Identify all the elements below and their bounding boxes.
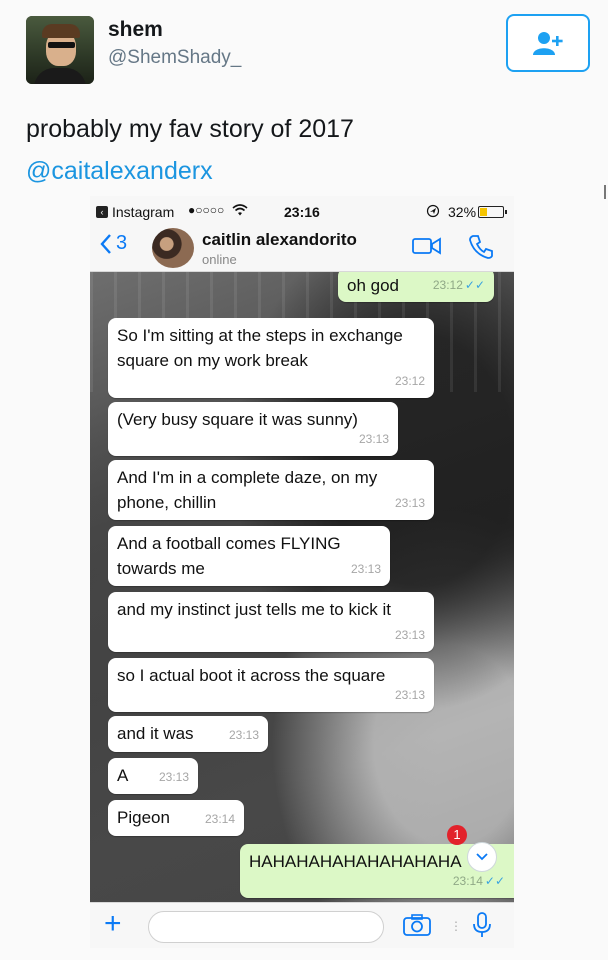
camera-icon[interactable]	[402, 913, 432, 937]
message-text: oh god	[347, 276, 399, 295]
avatar-hair	[42, 24, 80, 38]
follow-button[interactable]	[506, 14, 590, 72]
add-user-icon	[533, 32, 563, 55]
message-time: 23:13	[394, 496, 425, 510]
read-receipt-icon: ✓✓	[464, 278, 485, 292]
back-button[interactable]: 3	[100, 232, 127, 255]
message-text: and it was	[117, 724, 194, 743]
message-text: And I'm in a complete daze, on my phone,…	[117, 468, 378, 512]
chat-screenshot: ‹ Instagram ●○○○○ 23:16 32% 3 caitlin al…	[90, 196, 514, 948]
message-text: Pigeon	[117, 808, 170, 827]
message-time: 23:14 ✓✓	[452, 874, 505, 888]
message-bubble-incoming[interactable]: and it was 23:13	[108, 716, 268, 752]
battery-icon	[478, 206, 507, 218]
message-time: 23:13	[358, 432, 389, 446]
message-bubble-incoming[interactable]: So I'm sitting at the steps in exchange …	[108, 318, 434, 398]
message-time: 23:13	[228, 728, 259, 742]
message-text: And a football comes FLYING towards me	[117, 534, 341, 578]
back-arrow-icon: ‹	[96, 206, 108, 218]
message-bubble-outgoing[interactable]: oh god 23:12 ✓✓	[338, 272, 494, 302]
separator-dots: ⋮	[450, 919, 462, 933]
back-to-app[interactable]: ‹ Instagram	[96, 204, 174, 220]
message-text: A	[117, 766, 129, 785]
message-bubble-incoming[interactable]: Pigeon 23:14	[108, 800, 244, 836]
message-time: 23:13	[394, 688, 425, 702]
user-name[interactable]: shem	[108, 18, 163, 42]
message-bubble-incoming[interactable]: A 23:13	[108, 758, 198, 794]
tweet-mention-link[interactable]: @caitalexanderx	[26, 157, 213, 186]
battery-percent: 32%	[448, 204, 477, 220]
tweet-text: probably my fav story of 2017	[26, 115, 354, 143]
video-call-icon[interactable]	[412, 236, 442, 256]
contact-status: online	[202, 252, 237, 267]
message-time: 23:13	[158, 770, 189, 784]
location-icon	[426, 204, 440, 218]
user-avatar[interactable]	[26, 16, 94, 84]
avatar-sunglasses	[48, 42, 75, 48]
unread-badge: 1	[447, 825, 467, 845]
message-text: so I actual boot it across the square	[117, 666, 386, 685]
message-input[interactable]	[148, 911, 384, 943]
read-receipt-icon: ✓✓	[484, 874, 505, 888]
divider	[604, 185, 606, 199]
wifi-icon	[232, 204, 248, 216]
message-time: 23:14	[204, 812, 235, 826]
scroll-to-bottom-button[interactable]	[467, 842, 497, 872]
message-bubble-incoming[interactable]: so I actual boot it across the square 23…	[108, 658, 434, 712]
microphone-icon[interactable]	[472, 911, 492, 939]
status-time: 23:16	[284, 204, 320, 220]
unread-chats-count: 3	[116, 232, 128, 254]
message-bubble-incoming[interactable]: And I'm in a complete daze, on my phone,…	[108, 460, 434, 520]
back-chevron-icon	[100, 233, 111, 254]
message-bubble-incoming[interactable]: (Very busy square it was sunny) 23:13	[108, 402, 398, 456]
message-bubble-incoming[interactable]: And a football comes FLYING towards me 2…	[108, 526, 390, 586]
phone-call-icon[interactable]	[468, 234, 494, 260]
message-text: (Very busy square it was sunny)	[117, 410, 358, 429]
signal-strength: ●○○○○	[188, 203, 225, 217]
message-list[interactable]: oh god 23:12 ✓✓ So I'm sitting at the ste…	[90, 272, 514, 902]
message-time: 23:13	[350, 562, 381, 576]
contact-avatar[interactable]	[152, 228, 194, 268]
chevron-down-icon	[476, 853, 488, 861]
message-time: 23:13	[394, 628, 425, 642]
message-time: 23:12 ✓✓	[432, 278, 485, 292]
contact-name[interactable]: caitlin alexandorito	[202, 230, 357, 250]
message-bubble-incoming[interactable]: and my instinct just tells me to kick it…	[108, 592, 434, 652]
plus-icon[interactable]: +	[104, 909, 122, 939]
status-bar: ‹ Instagram ●○○○○ 23:16 32%	[90, 196, 514, 226]
message-text: and my instinct just tells me to kick it	[117, 600, 391, 619]
back-app-label: Instagram	[112, 204, 175, 220]
message-text: So I'm sitting at the steps in exchange …	[117, 326, 403, 370]
chat-header: 3 caitlin alexandorito online	[90, 226, 514, 272]
message-time: 23:12	[394, 374, 425, 388]
user-handle[interactable]: @ShemShady_	[108, 47, 241, 69]
message-input-bar: + ⋮	[90, 902, 514, 948]
